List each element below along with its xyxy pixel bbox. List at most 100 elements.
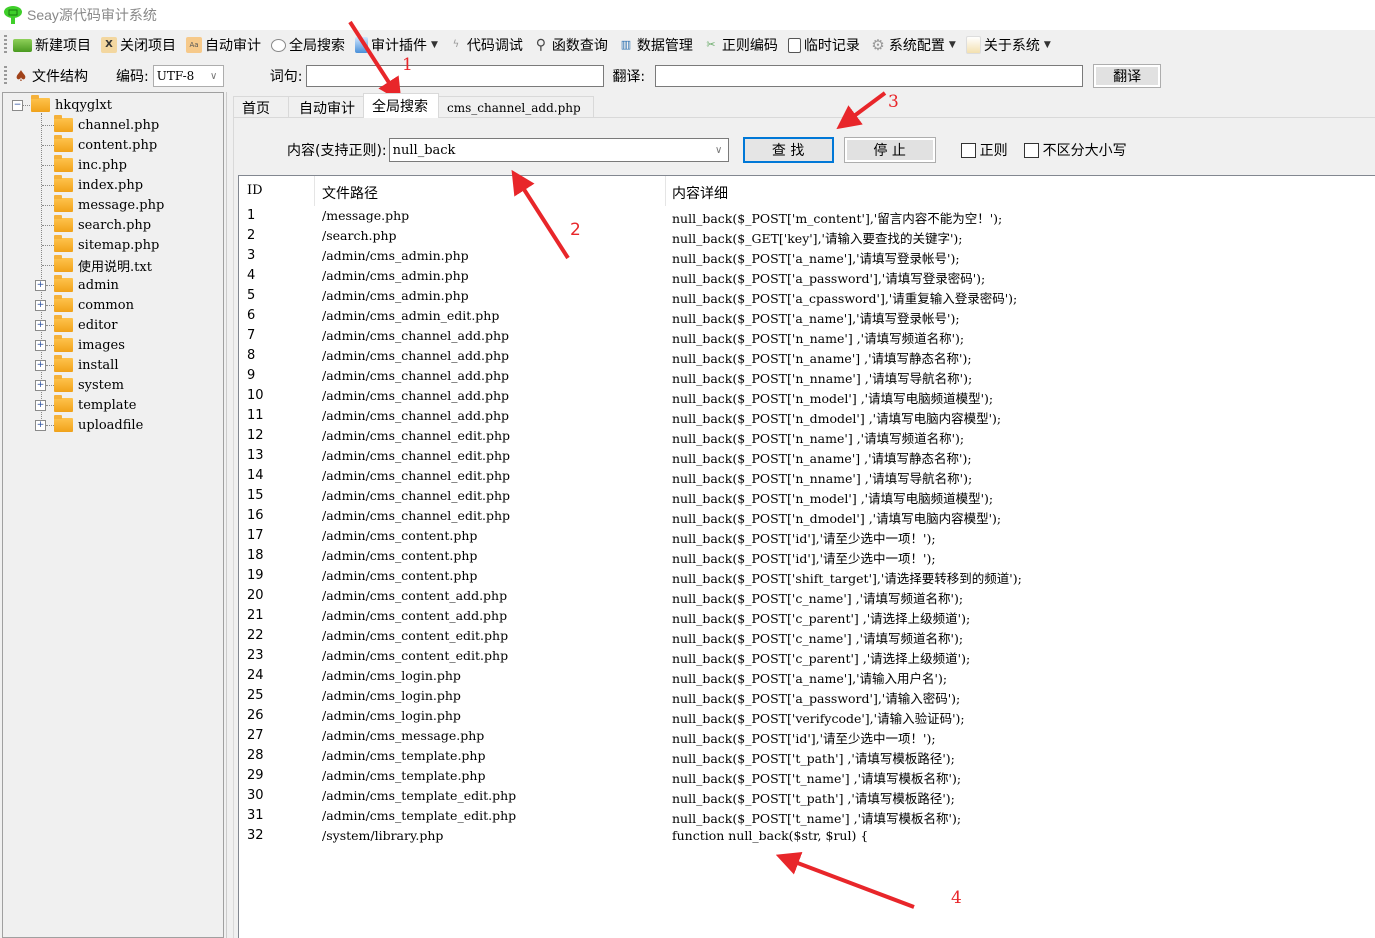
expand-toggle-icon[interactable]: + [35, 300, 46, 311]
table-row[interactable]: 1/message.php null_back($_POST['m_content… [239, 206, 1375, 226]
expand-toggle-icon[interactable]: + [35, 380, 46, 391]
expand-toggle-icon[interactable]: + [35, 320, 46, 331]
tree-file[interactable]: inc.php [54, 155, 127, 175]
table-row[interactable]: 11/admin/cms_channel_add.php null_back($_… [239, 406, 1375, 426]
encoding-select[interactable]: UTF-8 ∨ [152, 65, 224, 87]
column-separator[interactable] [665, 176, 666, 206]
table-row[interactable]: 29/admin/cms_template.php null_back($_POS… [239, 766, 1375, 786]
tab-cms-channel-add[interactable]: cms_channel_add.php [438, 96, 594, 118]
tree-file[interactable]: message.php [54, 195, 164, 215]
column-separator[interactable] [314, 176, 315, 206]
system-config-button[interactable]: ⚙ 系统配置 ▼ [870, 35, 956, 55]
audit-plugin-button[interactable]: 审计插件 ▼ [355, 35, 438, 55]
table-row[interactable]: 21/admin/cms_content_add.php null_back($_… [239, 606, 1375, 626]
tree-file[interactable]: search.php [54, 215, 151, 235]
column-header-path[interactable]: 文件路径 [322, 183, 378, 203]
results-list[interactable]: ID 文件路径 内容详细 1/message.php null_back($_PO… [238, 175, 1375, 938]
expand-toggle-icon[interactable]: + [35, 360, 46, 371]
regex-checkbox[interactable]: 正则 [960, 140, 1008, 160]
tab-global-search[interactable]: 全局搜索 [363, 93, 439, 118]
auto-audit-button[interactable]: Aa 自动审计 [186, 35, 261, 55]
temp-record-button[interactable]: 临时记录 [787, 35, 860, 55]
table-row[interactable]: 4/admin/cms_admin.php null_back($_POST['a… [239, 266, 1375, 286]
table-row[interactable]: 32/system/library.php function null_back(… [239, 826, 1375, 846]
find-button[interactable]: 查 找 [742, 137, 834, 163]
tree-file[interactable]: sitemap.php [54, 235, 159, 255]
tree-folder-label: editor [78, 317, 118, 333]
table-row[interactable]: 15/admin/cms_channel_edit.php null_back($… [239, 486, 1375, 506]
tree-root[interactable]: hkqyglxt [31, 95, 112, 115]
table-row[interactable]: 12/admin/cms_channel_edit.php null_back($… [239, 426, 1375, 446]
table-row[interactable]: 19/admin/cms_content.php null_back($_POST… [239, 566, 1375, 586]
tree-folder[interactable]: template [54, 395, 136, 415]
expand-toggle-icon[interactable]: + [35, 400, 46, 411]
cell-path: /admin/cms_admin_edit.php [322, 308, 500, 323]
chevron-down-icon: ∨ [714, 144, 723, 156]
table-row[interactable]: 9/admin/cms_channel_add.php null_back($_P… [239, 366, 1375, 386]
table-row[interactable]: 7/admin/cms_channel_add.php null_back($_P… [239, 326, 1375, 346]
new-project-button[interactable]: 新建项目 [13, 35, 91, 55]
expand-toggle-icon[interactable]: + [35, 280, 46, 291]
table-row[interactable]: 23/admin/cms_content_edit.php null_back($… [239, 646, 1375, 666]
tab-auto-audit[interactable]: 自动审计 [288, 96, 364, 118]
table-row[interactable]: 13/admin/cms_channel_edit.php null_back($… [239, 446, 1375, 466]
table-row[interactable]: 17/admin/cms_content.php null_back($_POST… [239, 526, 1375, 546]
table-row[interactable]: 26/admin/cms_login.php null_back($_POST['… [239, 706, 1375, 726]
translate-input[interactable] [655, 65, 1084, 87]
cell-path: /admin/cms_admin.php [322, 268, 469, 283]
table-row[interactable]: 30/admin/cms_template_edit.php null_back(… [239, 786, 1375, 806]
table-row[interactable]: 24/admin/cms_login.php null_back($_POST['… [239, 666, 1375, 686]
function-query-button[interactable]: ⚲ 函数查询 [533, 35, 608, 55]
table-row[interactable]: 28/admin/cms_template.php null_back($_POS… [239, 746, 1375, 766]
about-button[interactable]: 关于系统 ▼ [965, 35, 1051, 55]
stop-button[interactable]: 停 止 [843, 137, 936, 163]
toolbar-grip[interactable] [4, 35, 7, 55]
translate-button[interactable]: 翻译 [1093, 64, 1162, 88]
phrase-input[interactable] [306, 65, 605, 87]
table-row[interactable]: 31/admin/cms_template_edit.php null_back(… [239, 806, 1375, 826]
tree-folder[interactable]: uploadfile [54, 415, 143, 435]
tree-folder[interactable]: editor [54, 315, 117, 335]
table-row[interactable]: 18/admin/cms_content.php null_back($_POST… [239, 546, 1375, 566]
tree-file[interactable]: 使用说明.txt [54, 255, 152, 275]
table-row[interactable]: 14/admin/cms_channel_edit.php null_back($… [239, 466, 1375, 486]
expand-toggle-icon[interactable]: + [35, 340, 46, 351]
code-debug-icon: ϟ [452, 39, 460, 50]
tree-folder[interactable]: system [54, 375, 124, 395]
file-structure-button[interactable]: ♠ 文件结构 [13, 66, 88, 86]
toolbar-grip[interactable] [4, 66, 7, 86]
tree-file[interactable]: index.php [54, 175, 143, 195]
tree-file[interactable]: content.php [54, 135, 157, 155]
regex-encode-button[interactable]: ✂ 正则编码 [703, 35, 778, 55]
table-row[interactable]: 6/admin/cms_admin_edit.php null_back($_PO… [239, 306, 1375, 326]
tree-folder[interactable]: admin [54, 275, 119, 295]
tree-connector [42, 245, 54, 246]
data-manage-button[interactable]: ▥ 数据管理 [618, 35, 693, 55]
table-row[interactable]: 10/admin/cms_channel_add.php null_back($_… [239, 386, 1375, 406]
table-row[interactable]: 3/admin/cms_admin.php null_back($_POST['a… [239, 246, 1375, 266]
table-row[interactable]: 20/admin/cms_content_add.php null_back($_… [239, 586, 1375, 606]
tree-folder[interactable]: common [54, 295, 134, 315]
table-row[interactable]: 8/admin/cms_channel_add.php null_back($_P… [239, 346, 1375, 366]
close-project-button[interactable]: X 关闭项目 [101, 35, 176, 55]
search-content-input[interactable]: null_back ∨ [388, 138, 729, 162]
ignore-case-checkbox[interactable]: 不区分大小写 [1023, 140, 1127, 160]
tree-connector [23, 105, 30, 106]
collapse-toggle-icon[interactable]: − [12, 100, 23, 111]
table-row[interactable]: 2/search.php null_back($_GET['key'],'请输入要… [239, 226, 1375, 246]
table-row[interactable]: 5/admin/cms_admin.php null_back($_POST['a… [239, 286, 1375, 306]
code-debug-button[interactable]: ϟ 代码调试 [448, 35, 523, 55]
tree-folder[interactable]: images [54, 335, 125, 355]
column-header-id[interactable]: ID [247, 183, 263, 198]
global-search-button[interactable]: 全局搜索 [271, 35, 345, 55]
tree-folder[interactable]: install [54, 355, 119, 375]
tab-home[interactable]: 首页 [233, 96, 289, 118]
main-toolbar: 新建项目 X 关闭项目 Aa 自动审计 全局搜索 审计插件 ▼ ϟ 代码调试 ⚲… [0, 31, 1375, 59]
column-header-detail[interactable]: 内容详细 [672, 183, 728, 203]
tree-file[interactable]: channel.php [54, 115, 159, 135]
table-row[interactable]: 25/admin/cms_login.php null_back($_POST['… [239, 686, 1375, 706]
expand-toggle-icon[interactable]: + [35, 420, 46, 431]
table-row[interactable]: 16/admin/cms_channel_edit.php null_back($… [239, 506, 1375, 526]
table-row[interactable]: 22/admin/cms_content_edit.php null_back($… [239, 626, 1375, 646]
table-row[interactable]: 27/admin/cms_message.php null_back($_POST… [239, 726, 1375, 746]
